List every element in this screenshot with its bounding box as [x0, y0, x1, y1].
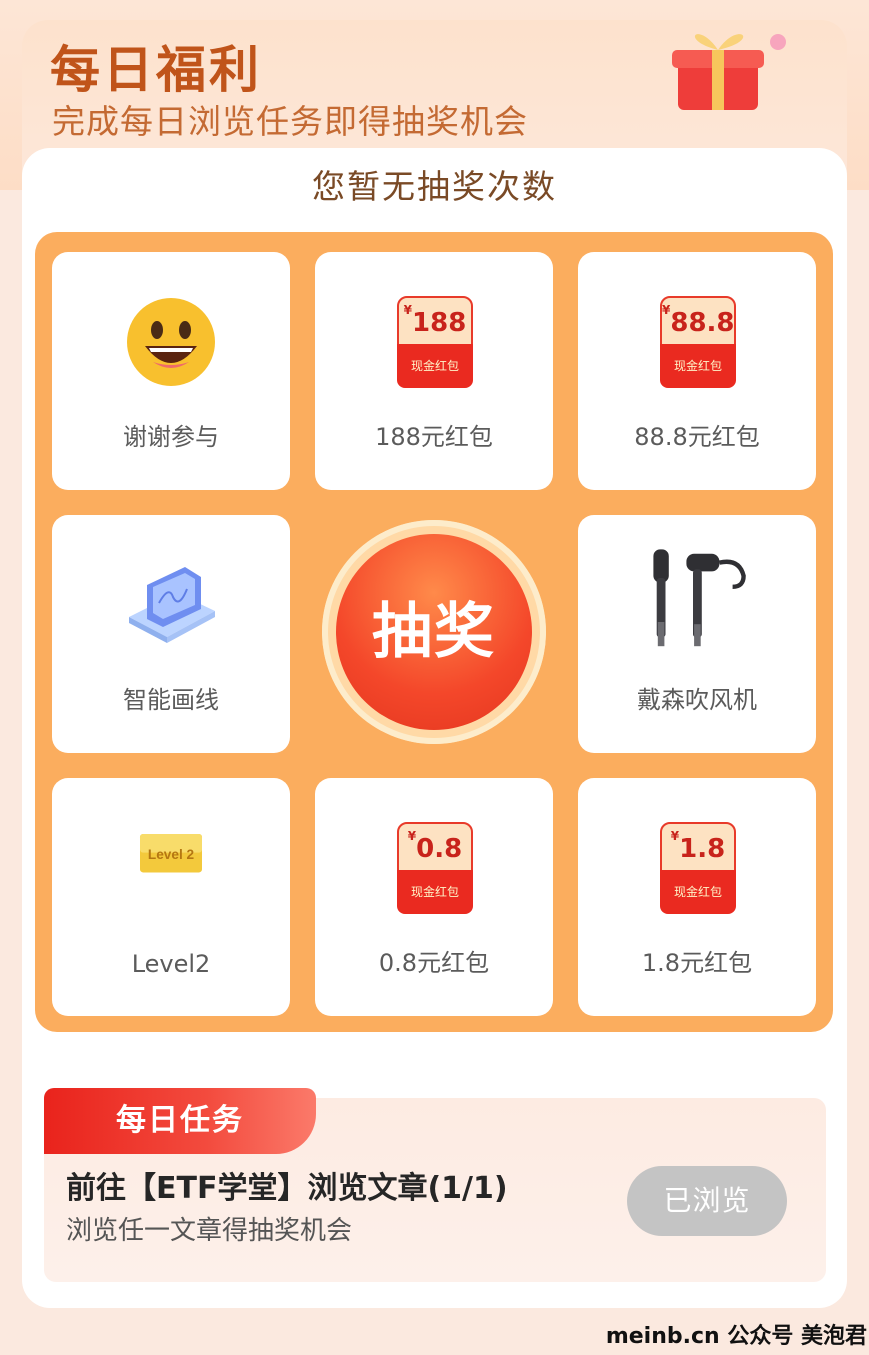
- smiley-face-icon: [127, 298, 215, 386]
- prize-cell-88-8: ¥88.8 现金红包 88.8元红包: [578, 252, 816, 490]
- red-envelope-amount: 88.8: [670, 308, 735, 338]
- page-subtitle: 完成每日浏览任务即得抽奖机会: [52, 102, 528, 141]
- prize-cell-dyson: 戴森吹风机: [578, 515, 816, 753]
- prize-cell-0-8: ¥0.8 现金红包 0.8元红包: [315, 778, 553, 1016]
- prize-label: Level2: [131, 950, 211, 978]
- prize-cell-smart-drawing: 智能画线: [52, 515, 290, 753]
- red-envelope-amount: 0.8: [416, 834, 463, 864]
- gift-box-icon: [672, 34, 786, 110]
- watermark-footer: meinb.cn 公众号 美泡君: [605, 1324, 867, 1349]
- prize-label: 1.8元红包: [641, 949, 753, 977]
- red-envelope-icon: ¥188 现金红包: [397, 296, 473, 388]
- task-description: 浏览任一文章得抽奖机会: [66, 1216, 353, 1246]
- red-envelope-tag: 现金红包: [397, 870, 473, 914]
- red-envelope-amount: 1.8: [679, 834, 726, 864]
- prize-cell-thanks: 谢谢参与: [52, 252, 290, 490]
- prize-cell-level2: Level 2 Level2: [52, 778, 290, 1016]
- draw-button[interactable]: 抽奖: [322, 520, 546, 744]
- red-envelope-icon: ¥1.8 现金红包: [660, 822, 736, 914]
- browsed-button[interactable]: 已浏览: [627, 1166, 787, 1236]
- prize-label: 188元红包: [375, 423, 493, 451]
- task-title[interactable]: 前往【ETF学堂】浏览文章(1/1): [66, 1163, 508, 1207]
- daily-task-tag: 每日任务: [44, 1088, 316, 1154]
- red-envelope-tag: 现金红包: [660, 870, 736, 914]
- prize-cell-188: ¥188 现金红包 188元红包: [315, 252, 553, 490]
- red-envelope-amount: 188: [412, 308, 467, 338]
- prize-label: 谢谢参与: [123, 423, 219, 451]
- red-envelope-icon: ¥88.8 现金红包: [660, 296, 736, 388]
- prize-label: 戴森吹风机: [637, 686, 757, 714]
- currency-symbol: ¥: [403, 303, 413, 317]
- currency-symbol: ¥: [670, 829, 680, 843]
- level2-card-text: Level 2: [148, 847, 195, 862]
- prize-label: 0.8元红包: [378, 949, 490, 977]
- tablet-chart-icon: [129, 567, 215, 643]
- red-envelope-icon: ¥0.8 现金红包: [397, 822, 473, 914]
- level2-card-icon: Level 2: [140, 834, 202, 873]
- prize-label: 88.8元红包: [634, 423, 760, 451]
- red-envelope-tag: 现金红包: [660, 344, 736, 388]
- currency-symbol: ¥: [407, 829, 417, 843]
- hair-dryer-icon: [653, 549, 746, 647]
- red-envelope-tag: 现金红包: [397, 344, 473, 388]
- draw-chance-text: 您暂无抽奖次数: [312, 167, 557, 206]
- prize-cell-1-8: ¥1.8 现金红包 1.8元红包: [578, 778, 816, 1016]
- prize-label: 智能画线: [123, 686, 219, 714]
- page-title: 每日福利: [50, 41, 262, 99]
- draw-button-label: 抽奖: [336, 534, 532, 730]
